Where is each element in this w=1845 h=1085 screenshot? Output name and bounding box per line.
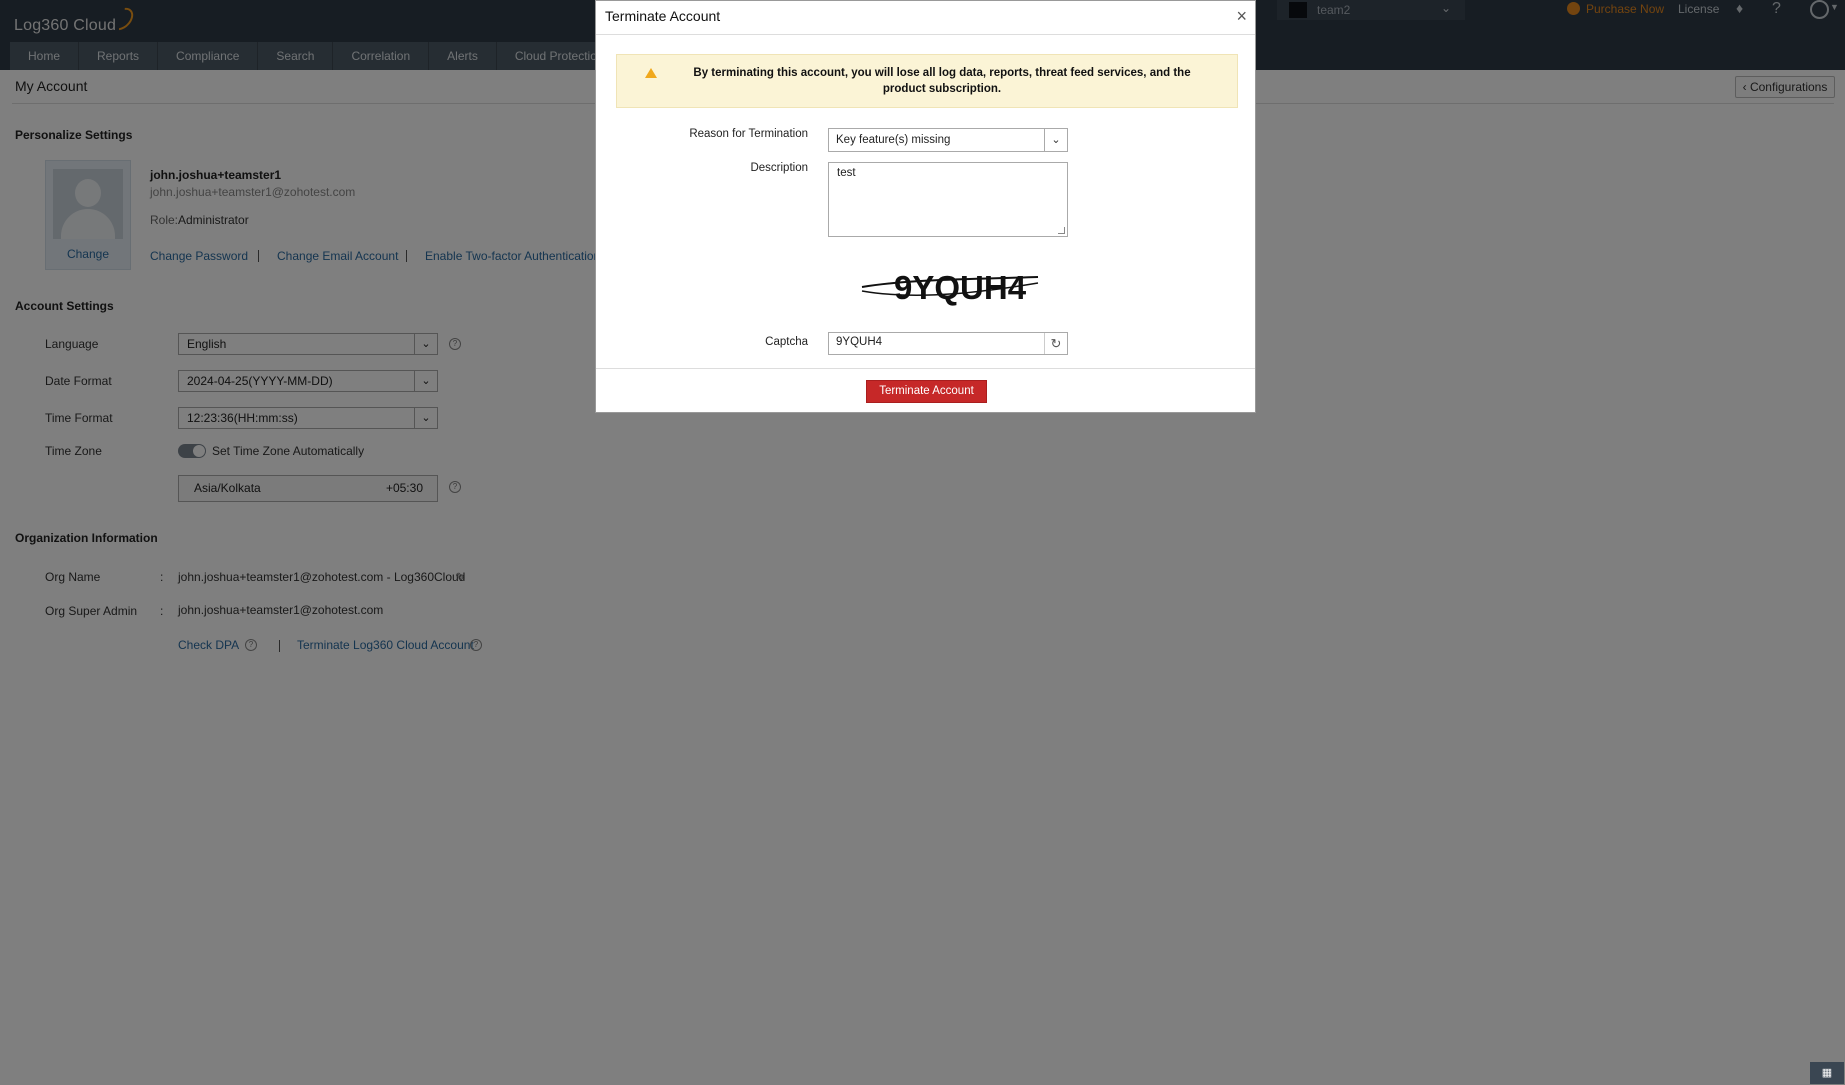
captcha-image: 9YQUH4 [861, 269, 1039, 306]
description-label: Description [750, 162, 808, 174]
divider [596, 34, 1255, 35]
reason-select[interactable]: Key feature(s) missing ⌄ [828, 128, 1068, 152]
chat-icon[interactable]: ▦ [1810, 1062, 1844, 1084]
dialog-title: Terminate Account [605, 8, 721, 24]
description-value: test [837, 167, 856, 179]
chevron-down-icon: ⌄ [1044, 129, 1067, 151]
captcha-input[interactable]: 9YQUH4 ↻ [828, 332, 1068, 355]
resize-handle-icon[interactable] [1058, 227, 1065, 234]
terminate-account-dialog: Terminate Account × By terminating this … [595, 0, 1256, 413]
captcha-label: Captcha [765, 336, 808, 348]
close-icon[interactable]: × [1236, 6, 1247, 27]
warning-text: By terminating this account, you will lo… [693, 67, 1191, 95]
terminate-account-button[interactable]: Terminate Account [866, 380, 987, 403]
reason-value: Key feature(s) missing [836, 134, 951, 146]
warning-icon [645, 68, 657, 78]
warning-banner: By terminating this account, you will lo… [616, 54, 1238, 108]
divider [596, 368, 1255, 369]
reason-label: Reason for Termination [689, 128, 808, 140]
captcha-value: 9YQUH4 [836, 336, 883, 348]
description-textarea[interactable]: test [828, 162, 1068, 237]
refresh-icon[interactable]: ↻ [1044, 333, 1067, 354]
